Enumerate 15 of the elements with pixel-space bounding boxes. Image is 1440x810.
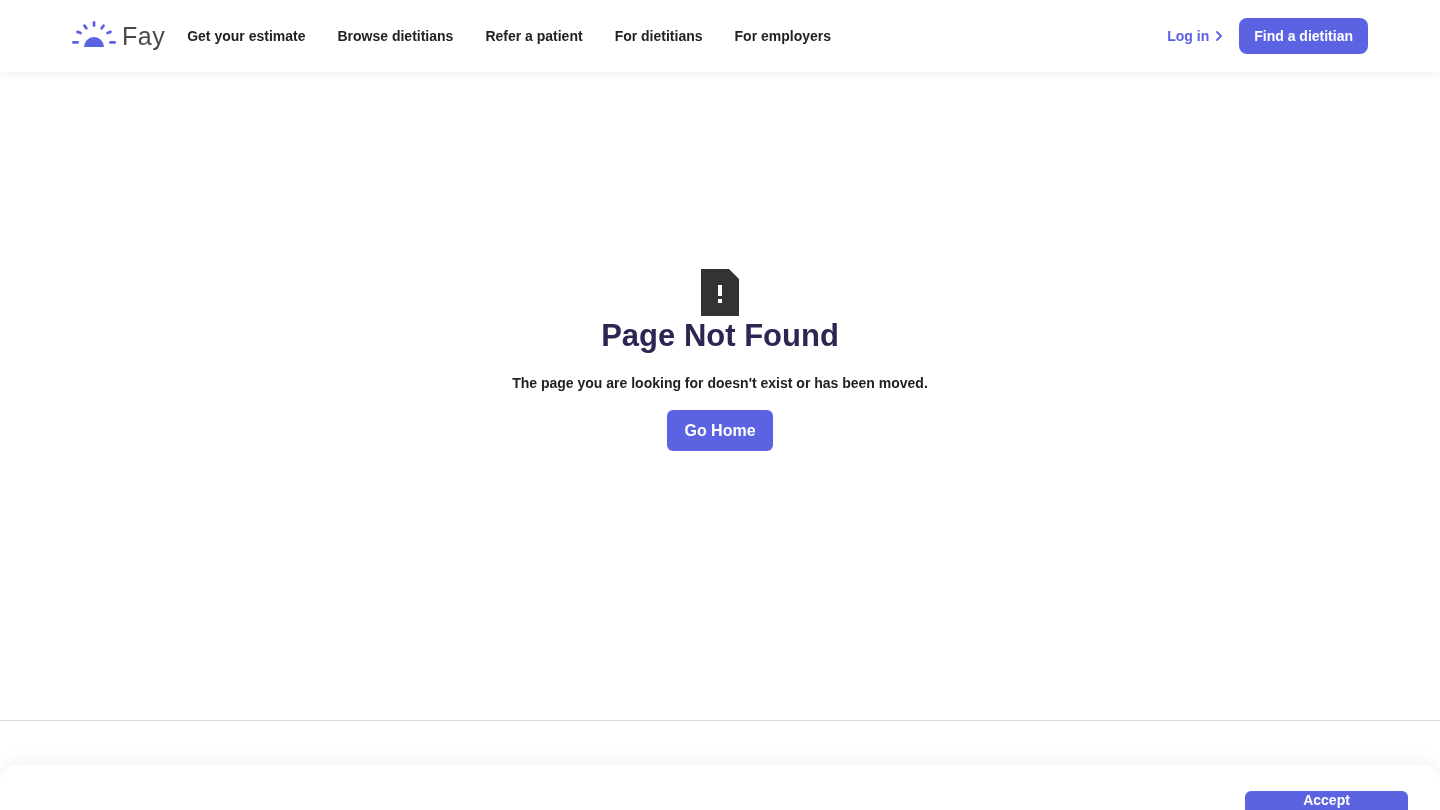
go-home-button[interactable]: Go Home xyxy=(667,410,773,451)
error-message: The page you are looking for doesn't exist or has been moved. xyxy=(512,374,928,392)
nav-link[interactable]: For employers xyxy=(734,28,831,44)
nav-link[interactable]: For dietitians xyxy=(614,28,703,44)
login-link[interactable]: Log in xyxy=(1167,28,1223,44)
chevron-right-icon xyxy=(1216,31,1223,41)
find-dietitian-button[interactable]: Find a dietitian xyxy=(1239,18,1368,54)
file-alert-icon xyxy=(701,269,739,316)
nav-link[interactable]: Get your estimate xyxy=(187,28,306,44)
accept-button[interactable]: Accept xyxy=(1245,791,1408,810)
nav-link[interactable]: Browse dietitians xyxy=(337,28,454,44)
sun-logo-icon xyxy=(72,21,116,47)
nav-link[interactable]: Refer a patient xyxy=(485,28,583,44)
page-title: Page Not Found xyxy=(601,318,839,354)
logo-link[interactable]: Fay xyxy=(72,21,166,51)
